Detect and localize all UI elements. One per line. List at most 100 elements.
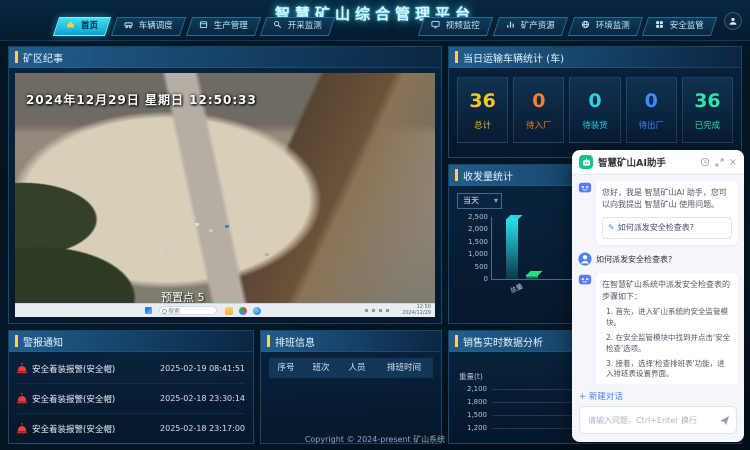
file-explorer-icon[interactable] xyxy=(225,307,233,315)
panel-header: 警报通知 xyxy=(9,331,253,352)
tab-safety-supervision[interactable]: 安全监管 xyxy=(642,17,717,36)
bot-message: 您好，我是 智慧矿山AI 助手，您可以向我提出 智慧矿山 使用问题。 ✎如何派发… xyxy=(578,181,738,245)
panel-title: 当日运输车辆统计 (车) xyxy=(463,54,564,65)
panel-daily-vehicle-stats: 当日运输车辆统计 (车) 36总计 0待入厂 0待装货 0待出厂 36已完成 xyxy=(448,46,742,158)
ai-question-input[interactable] xyxy=(586,415,719,426)
alarm-row[interactable]: 安全着装报警(安全帽)2025-02-19 08:41:51 xyxy=(17,354,245,384)
bar-chart-icon xyxy=(506,20,515,29)
panel-title: 警报通知 xyxy=(23,338,63,349)
tab-label: 开采监测 xyxy=(288,21,322,31)
col-time: 排班时间 xyxy=(375,358,433,378)
accent-bar xyxy=(15,51,18,63)
site-vehicles xyxy=(195,223,199,226)
vehicle-stat-row: 36总计 0待入厂 0待装货 0待出厂 36已完成 xyxy=(449,68,741,152)
tab-label: 车辆调度 xyxy=(139,21,173,31)
tab-video-surveillance[interactable]: 视频监控 xyxy=(418,17,493,36)
accent-bar xyxy=(455,335,458,347)
tab-label: 生产管理 xyxy=(213,21,247,31)
pencil-icon: ✎ xyxy=(608,223,615,232)
tab-label: 视频监控 xyxy=(446,21,480,31)
user-avatar[interactable] xyxy=(724,12,742,30)
ai-panel-title: 智慧矿山AI助手 xyxy=(598,155,695,169)
accent-bar xyxy=(15,335,18,347)
expand-icon[interactable] xyxy=(715,158,724,167)
tab-label: 矿产资源 xyxy=(521,21,555,31)
panel-title: 销售实时数据分析 xyxy=(463,338,543,349)
bot-answer: 在智慧矿山系统中派发安全检查表的步骤如下： 1. 首先，进入矿山系统的安全监管模… xyxy=(578,273,738,384)
stat-completed: 36已完成 xyxy=(682,77,733,143)
panel-shift-info: 排班信息 序号 班次 人员 排班时间 xyxy=(260,330,442,444)
monitor-icon xyxy=(431,20,440,29)
taskbar-search-input[interactable]: 搜索 xyxy=(159,306,217,315)
panel-title: 矿区纪事 xyxy=(23,54,63,65)
video-feed[interactable]: 2024年12月29日 星期日 12:50:33 预置点 5 搜索 12:50 … xyxy=(15,73,435,317)
shift-table-header: 序号 班次 人员 排班时间 xyxy=(269,358,433,378)
panel-mine-chronicle: 矿区纪事 2024年12月29日 星期日 12:50:33 预置点 5 搜索 1… xyxy=(8,46,442,324)
panel-header: 当日运输车辆统计 (车) xyxy=(449,47,741,68)
send-icon[interactable] xyxy=(719,415,730,426)
home-icon xyxy=(66,20,75,29)
panel-title: 排班信息 xyxy=(275,338,315,349)
stat-waiting-loading: 0待装货 xyxy=(569,77,620,143)
answer-intro: 在智慧矿山系统中派发安全检查表的步骤如下： xyxy=(602,280,730,301)
chevron-down-icon: ▾ xyxy=(494,194,498,208)
sales-y-axis-label: 重量(t) xyxy=(459,371,483,382)
panel-alarm-notifications: 警报通知 安全着装报警(安全帽)2025-02-19 08:41:51 安全着装… xyxy=(8,330,254,444)
col-personnel: 人员 xyxy=(339,358,375,378)
bot-avatar-icon xyxy=(578,273,592,287)
windows-start-icon[interactable] xyxy=(145,307,152,314)
ai-chat-body: 您好，我是 智慧矿山AI 助手，您可以向我提出 智慧矿山 使用问题。 ✎如何派发… xyxy=(572,174,744,384)
nav-right: 视频监控 矿产资源 环境监测 安全监管 xyxy=(421,17,714,36)
ai-greeting: 您好，我是 智慧矿山AI 助手，您可以向我提出 智慧矿山 使用问题。 xyxy=(602,188,727,209)
ai-assistant-panel: 智慧矿山AI助手 × 您好，我是 智慧矿山AI 助手，您可以向我提出 智慧矿山 … xyxy=(572,150,744,442)
panel-title: 收发量统计 xyxy=(463,172,513,183)
tab-production-management[interactable]: 生产管理 xyxy=(186,17,261,36)
globe-icon xyxy=(581,20,590,29)
accent-bar xyxy=(455,169,458,181)
magnifier-icon xyxy=(273,20,282,29)
user-question: 如何派发安全检查表? xyxy=(596,252,672,266)
history-icon[interactable] xyxy=(700,157,710,167)
accent-bar xyxy=(455,51,458,63)
date-range-select[interactable]: 当天▾ xyxy=(457,193,502,209)
stat-waiting-exit: 0待出厂 xyxy=(626,77,677,143)
stat-total: 36总计 xyxy=(457,77,508,143)
close-icon[interactable]: × xyxy=(729,157,737,168)
tab-label: 环境监测 xyxy=(595,21,629,31)
system-tray-icons[interactable] xyxy=(386,309,389,312)
tab-label: 安全监管 xyxy=(670,21,704,31)
ai-panel-header: 智慧矿山AI助手 × xyxy=(572,150,744,175)
vehicle-icon xyxy=(124,20,133,29)
alarm-list: 安全着装报警(安全帽)2025-02-19 08:41:51 安全着装报警(安全… xyxy=(9,352,253,446)
user-message: 如何派发安全检查表? xyxy=(578,252,738,266)
taskbar-clock: 12:50 2024/12/29 xyxy=(402,305,431,316)
new-chat-button[interactable]: + 新建对话 xyxy=(579,390,737,402)
video-timestamp: 2024年12月29日 星期日 12:50:33 xyxy=(26,91,257,108)
tab-mining-monitor[interactable]: 开采监测 xyxy=(260,17,335,36)
ai-panel-footer: + 新建对话 xyxy=(572,384,744,442)
panel-header: 矿区纪事 xyxy=(9,47,441,68)
calendar-icon xyxy=(199,20,208,29)
alarm-icon xyxy=(17,363,27,374)
grid-icon xyxy=(655,20,664,29)
browser-icon[interactable] xyxy=(239,307,247,315)
windows-taskbar[interactable]: 搜索 12:50 2024/12/29 xyxy=(15,303,435,317)
tab-environment-monitor[interactable]: 环境监测 xyxy=(567,17,642,36)
nav-left: 首页 车辆调度 生产管理 开采监测 xyxy=(56,17,332,36)
bot-avatar-icon xyxy=(578,181,592,195)
tab-mineral-resources[interactable]: 矿产资源 xyxy=(493,17,568,36)
answer-steps: 1. 首先，进入矿山系统的安全监管模块。 2. 在安全监管模块中找到并点击'安全… xyxy=(602,307,732,384)
col-shift: 班次 xyxy=(303,358,339,378)
tab-vehicle-dispatch[interactable]: 车辆调度 xyxy=(111,17,186,36)
tab-home[interactable]: 首页 xyxy=(53,17,111,36)
col-seq: 序号 xyxy=(269,358,303,378)
accent-bar xyxy=(267,335,270,347)
suggested-question-chip[interactable]: ✎如何派发安全检查表? xyxy=(602,217,732,239)
alarm-row[interactable]: 安全着装报警(安全帽)2025-02-18 23:30:14 xyxy=(17,384,245,414)
user-avatar-icon xyxy=(578,252,592,266)
panel-header: 排班信息 xyxy=(261,331,441,352)
tab-label: 首页 xyxy=(81,21,98,31)
dashboard: 智慧矿山综合管理平台 首页 车辆调度 生产管理 开采监测 视频监控 xyxy=(0,0,750,450)
edge-browser-icon[interactable] xyxy=(253,307,261,315)
ai-input-row xyxy=(579,406,737,434)
